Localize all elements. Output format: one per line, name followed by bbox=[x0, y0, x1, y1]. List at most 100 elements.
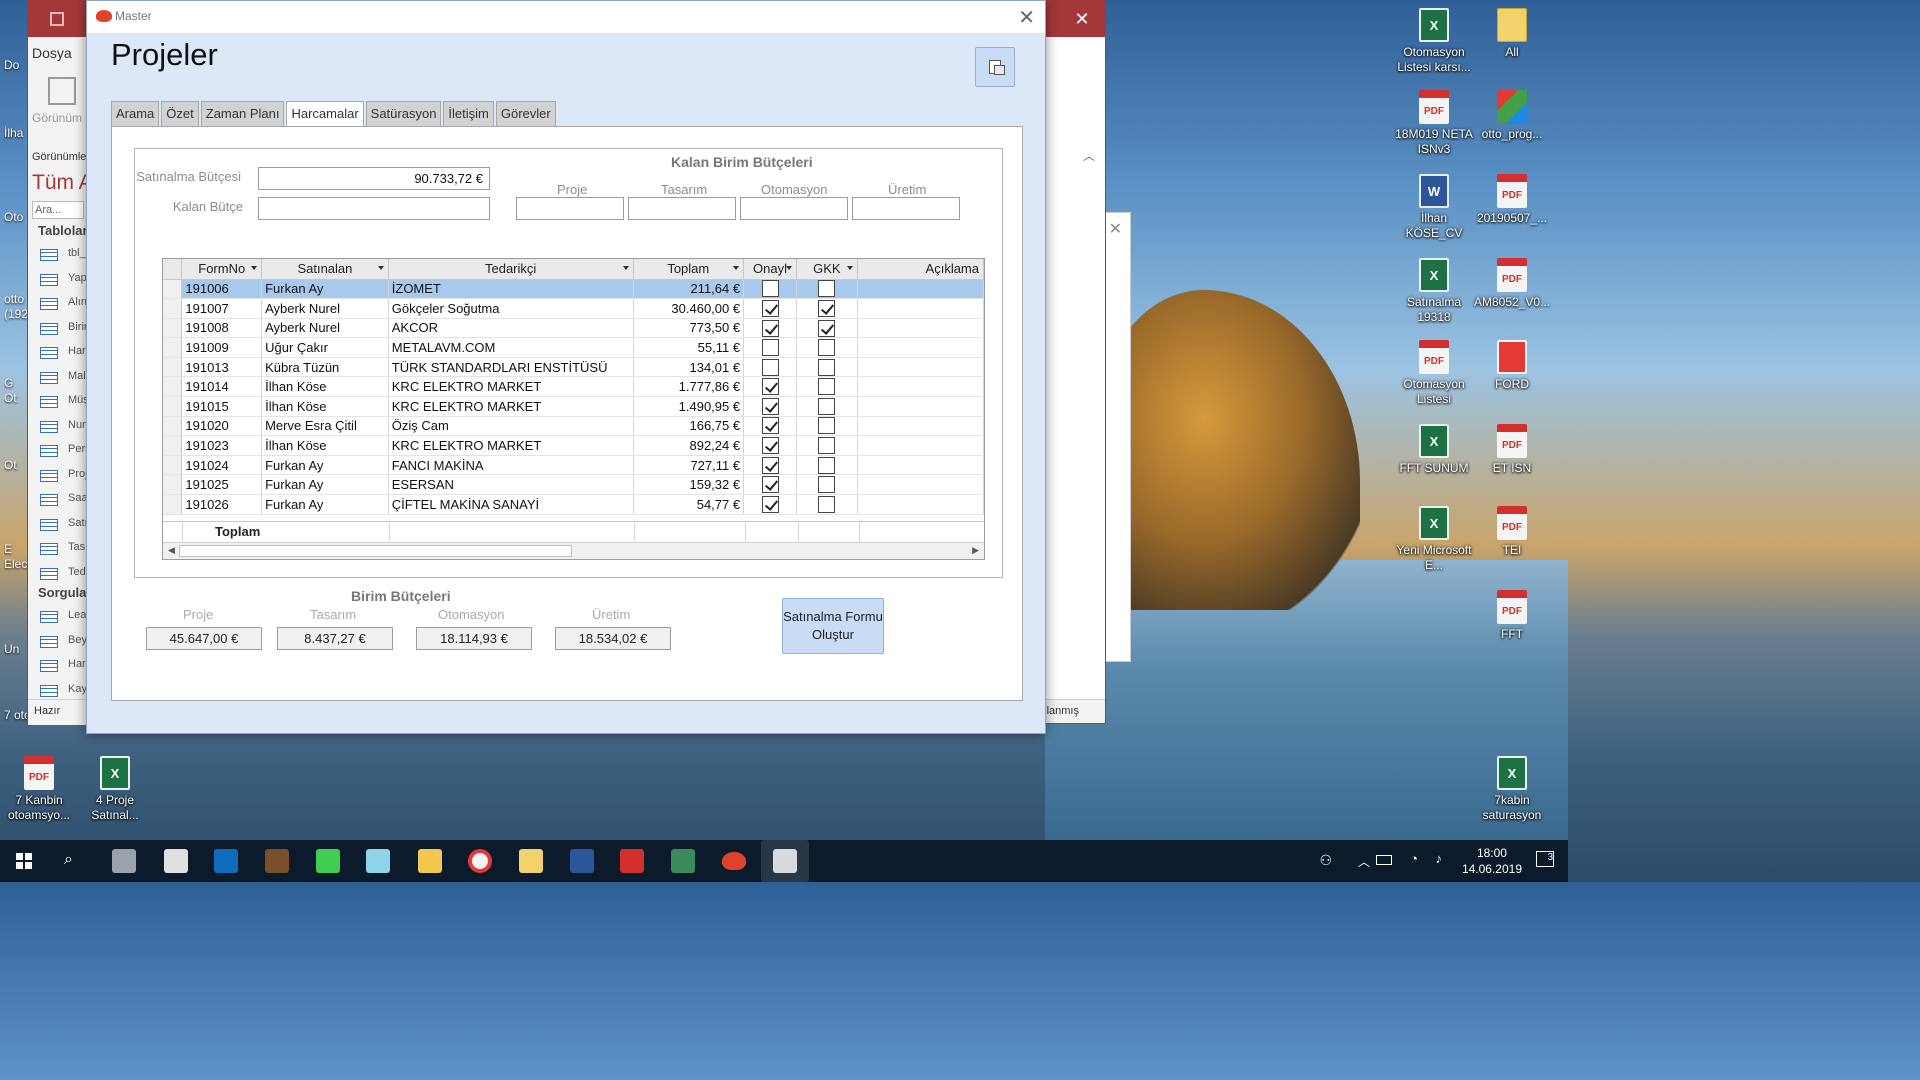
desktop-icon[interactable]: X 4 Proje Satınal... bbox=[72, 756, 158, 823]
cell-aciklama[interactable] bbox=[857, 376, 984, 398]
file-tab[interactable]: Dosya bbox=[32, 45, 72, 61]
cell-gkk[interactable] bbox=[796, 337, 858, 358]
cell-aciklama[interactable] bbox=[857, 279, 984, 300]
cell-supplier[interactable]: Gökçeler Soğutma bbox=[388, 298, 634, 319]
cell-form[interactable]: 191009 bbox=[181, 337, 263, 358]
cell-buyer[interactable]: Furkan Ay bbox=[261, 474, 389, 496]
yandex-browser-icon[interactable] bbox=[468, 849, 492, 873]
remaining-unit-field[interactable] bbox=[740, 197, 848, 220]
expenses-datasheet[interactable]: FormNo Satınalan Tedarikçi Toplam Onayl GKK Aç… bbox=[162, 258, 985, 560]
cell-buyer[interactable]: İlhan Köse bbox=[261, 376, 389, 398]
cell-buyer[interactable]: Uğur Çakır bbox=[261, 337, 389, 358]
row-selector[interactable] bbox=[163, 298, 183, 319]
cell-gkk[interactable] bbox=[796, 376, 858, 398]
cell-gkk[interactable] bbox=[796, 318, 858, 339]
onay-checkbox[interactable] bbox=[761, 280, 779, 298]
tab-harcamalar[interactable]: Harcamalar bbox=[286, 101, 364, 128]
cell-buyer[interactable]: Ayberk Nurel bbox=[261, 298, 389, 319]
outlook-icon[interactable] bbox=[214, 849, 238, 873]
onay-checkbox[interactable] bbox=[761, 319, 779, 337]
onay-checkbox[interactable] bbox=[761, 378, 779, 396]
onay-checkbox[interactable] bbox=[761, 397, 779, 415]
notification-button[interactable]: 3 bbox=[1536, 851, 1554, 867]
table-row[interactable]: 191014 İlhan Köse KRC ELEKTRO MARKET 1.777,… bbox=[163, 376, 984, 398]
row-selector[interactable] bbox=[163, 435, 183, 456]
cell-buyer[interactable]: Furkan Ay bbox=[261, 455, 389, 476]
cell-gkk[interactable] bbox=[796, 396, 858, 417]
tab-zaman-planı[interactable]: Zaman Planı bbox=[200, 101, 285, 127]
nav-query-item[interactable]: Bey bbox=[68, 634, 87, 646]
copy-button[interactable] bbox=[975, 47, 1015, 87]
cell-supplier[interactable]: METALAVM.COM bbox=[388, 337, 634, 358]
cell-total[interactable]: 54,77 € bbox=[633, 494, 745, 515]
table-row[interactable]: 191024 Furkan Ay FANCI MAKİNA 727,11 € bbox=[163, 455, 984, 476]
cell-total[interactable]: 30.460,00 € bbox=[633, 298, 745, 319]
cell-buyer[interactable]: Merve Esra Çitil bbox=[261, 416, 389, 437]
cell-gkk[interactable] bbox=[796, 474, 858, 496]
nav-table-item[interactable]: Tas bbox=[68, 541, 85, 553]
cell-aciklama[interactable] bbox=[857, 435, 984, 456]
cell-aciklama[interactable] bbox=[857, 455, 984, 476]
nav-query-item[interactable]: Har bbox=[68, 658, 86, 670]
gkk-checkbox[interactable] bbox=[818, 495, 836, 513]
cell-supplier[interactable]: Öziş Cam bbox=[388, 416, 634, 437]
volume-icon[interactable]: ♪ bbox=[1436, 851, 1443, 866]
nav-table-item[interactable]: Yap bbox=[68, 272, 87, 284]
tab-arama[interactable]: Arama bbox=[111, 101, 160, 127]
calculator-icon[interactable] bbox=[164, 849, 188, 873]
cell-form[interactable]: 191007 bbox=[181, 298, 263, 319]
scroll-thumb[interactable] bbox=[179, 545, 572, 557]
tab-i̇letişim[interactable]: İletişim bbox=[443, 101, 494, 127]
desktop-icon[interactable]: PDF 7 Kanbin otoamsyo... bbox=[0, 756, 82, 823]
table-row[interactable]: 191026 Furkan Ay ÇİFTEL MAKİNA SANAYİ 54,77… bbox=[163, 494, 984, 515]
cell-aciklama[interactable] bbox=[857, 396, 984, 417]
nav-table-item[interactable]: Alın bbox=[68, 296, 87, 308]
start-button[interactable] bbox=[16, 853, 32, 869]
gkk-checkbox[interactable] bbox=[818, 280, 836, 298]
cell-supplier[interactable]: ESERSAN bbox=[388, 474, 634, 496]
cell-aciklama[interactable] bbox=[857, 357, 984, 378]
wifi-icon[interactable]: ◔ bbox=[1410, 851, 1418, 866]
desktop-icon[interactable]: X Satınalma 19318 bbox=[1391, 258, 1477, 325]
row-selector[interactable] bbox=[163, 318, 183, 339]
cell-buyer[interactable]: Furkan Ay bbox=[261, 494, 389, 515]
cell-form[interactable]: 191014 bbox=[181, 376, 263, 398]
cell-onay[interactable] bbox=[743, 337, 797, 358]
nav-table-item[interactable]: Ted bbox=[68, 566, 86, 578]
cell-onay[interactable] bbox=[743, 376, 797, 398]
table-row[interactable]: 191025 Furkan Ay ESERSAN 159,32 € bbox=[163, 474, 984, 496]
table-row[interactable]: 191008 Ayberk Nurel AKCOR 773,50 € bbox=[163, 318, 984, 339]
cell-buyer[interactable]: İlhan Köse bbox=[261, 435, 389, 456]
table-row[interactable]: 191023 İlhan Köse KRC ELEKTRO MARKET 892,24… bbox=[163, 435, 984, 456]
nav-table-item[interactable]: Har bbox=[68, 345, 86, 357]
people-icon[interactable]: ⚇ bbox=[1319, 852, 1332, 869]
cell-gkk[interactable] bbox=[796, 494, 858, 515]
cell-form[interactable]: 191023 bbox=[181, 435, 263, 456]
desktop-icon[interactable]: PDF Otomasyon Listesi bbox=[1391, 340, 1477, 407]
tab-görevler[interactable]: Görevler bbox=[495, 101, 556, 127]
file-explorer-icon[interactable] bbox=[418, 849, 442, 873]
column-header[interactable]: Tedarikçi bbox=[388, 259, 634, 280]
nav-table-item[interactable]: Proj bbox=[68, 468, 88, 480]
onay-checkbox[interactable] bbox=[761, 476, 779, 494]
cell-onay[interactable] bbox=[743, 298, 797, 319]
cell-aciklama[interactable] bbox=[857, 416, 984, 437]
unit-budget-field[interactable]: 8.437,27 € bbox=[277, 627, 393, 650]
onay-checkbox[interactable] bbox=[761, 437, 779, 455]
table-row[interactable]: 191007 Ayberk Nurel Gökçeler Soğutma 30.460… bbox=[163, 298, 984, 319]
cell-onay[interactable] bbox=[743, 318, 797, 339]
nav-search-input[interactable]: Ara... bbox=[32, 201, 84, 219]
column-header[interactable]: FormNo bbox=[181, 259, 263, 280]
all-objects-title[interactable]: Tüm A bbox=[32, 171, 93, 195]
cell-total[interactable]: 892,24 € bbox=[633, 435, 745, 456]
desktop-icon[interactable]: FORD bbox=[1469, 340, 1555, 392]
nav-query-item[interactable]: Lea bbox=[68, 609, 86, 621]
table-row[interactable]: 191013 Kübra Tüzün TÜRK STANDARDLARI ENSTİ… bbox=[163, 357, 984, 378]
row-selector[interactable] bbox=[163, 376, 183, 398]
clock[interactable]: 18:00 14.06.2019 bbox=[1462, 845, 1522, 877]
master-app-icon[interactable] bbox=[722, 852, 746, 870]
desktop-icon[interactable]: W İlhan KÖSE_CV bbox=[1391, 174, 1477, 241]
word-icon[interactable] bbox=[570, 849, 594, 873]
nav-table-item[interactable]: Satı bbox=[68, 517, 88, 529]
cell-form[interactable]: 191024 bbox=[181, 455, 263, 476]
